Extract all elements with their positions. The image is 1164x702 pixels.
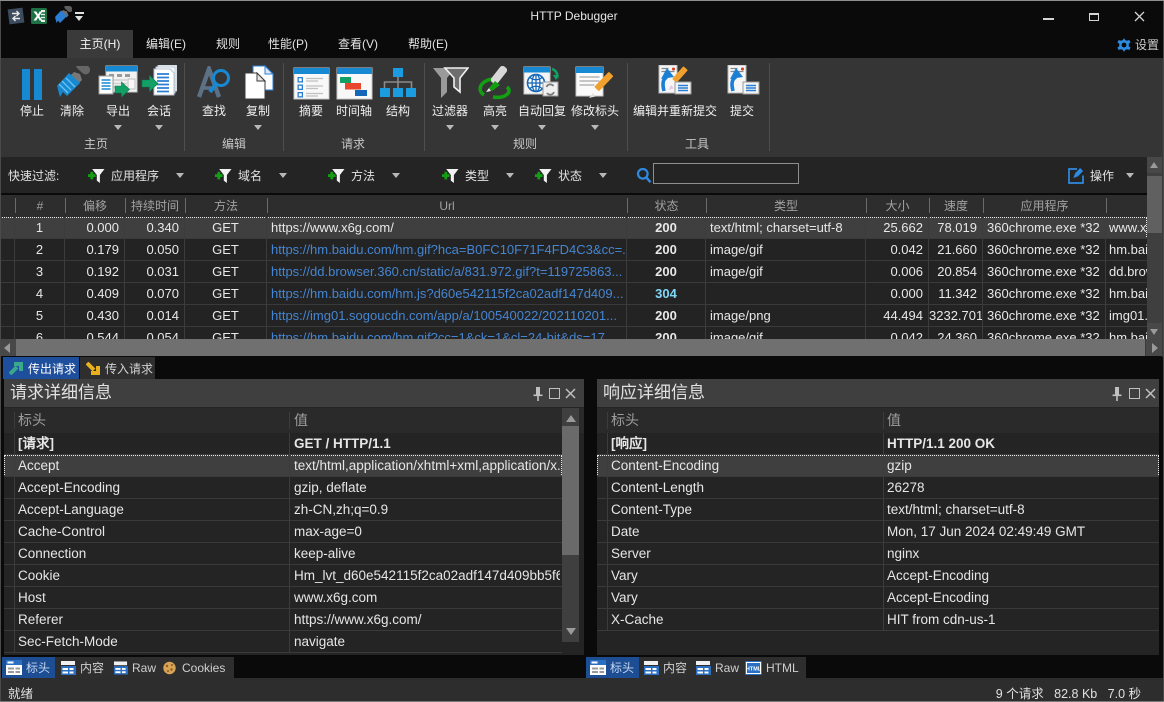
svg-text:HTML: HTML xyxy=(746,666,762,672)
